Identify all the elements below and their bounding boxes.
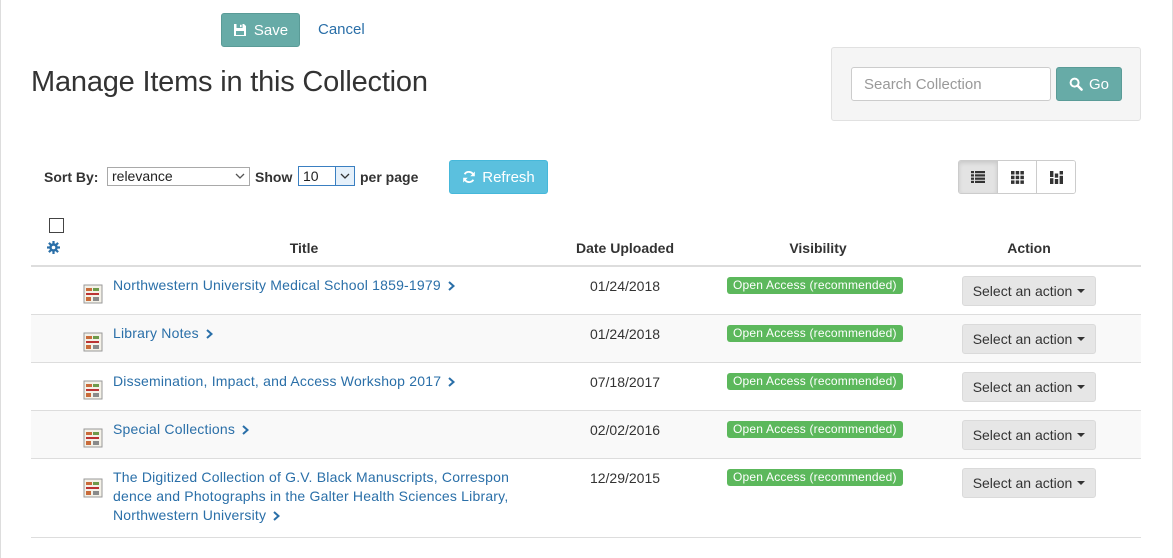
item-date-uploaded: 07/18/2017 <box>589 374 661 390</box>
column-header-date-uploaded: Date Uploaded <box>575 240 674 256</box>
chevron-right-icon <box>206 329 213 339</box>
search-panel: Go <box>831 47 1141 121</box>
table-row: Dissemination, Impact, and Access Worksh… <box>31 363 1141 411</box>
item-title-link[interactable]: The Digitized Collection of G.V. Black M… <box>113 468 509 525</box>
item-date-uploaded: 02/02/2016 <box>589 422 661 438</box>
table-row: Northwestern University Medical School 1… <box>31 267 1141 315</box>
list-view-button[interactable] <box>959 161 998 193</box>
caret-down-icon <box>1077 337 1086 341</box>
masonry-view-button[interactable] <box>1037 161 1075 193</box>
refresh-button[interactable]: Refresh <box>449 160 548 194</box>
item-date-uploaded: 12/29/2015 <box>589 470 661 486</box>
per-page-suffix: per page <box>360 169 419 185</box>
show-label: Show <box>255 169 293 185</box>
column-header-title: Title <box>289 240 319 256</box>
sort-by-select[interactable]: relevance <box>107 167 250 186</box>
visibility-badge: Open Access (recommended) <box>727 421 903 438</box>
chevron-right-icon <box>273 511 281 521</box>
visibility-badge: Open Access (recommended) <box>727 469 903 486</box>
view-mode-toggle <box>958 160 1076 194</box>
gallery-view-icon <box>1010 170 1024 184</box>
select-all-checkbox[interactable] <box>49 218 64 233</box>
file-thumbnail-icon <box>83 284 103 304</box>
cancel-link[interactable]: Cancel <box>318 21 365 38</box>
item-title-text: Dissemination, Impact, and Access Worksh… <box>113 373 442 389</box>
visibility-badge: Open Access (recommended) <box>727 325 903 342</box>
select-action-label: Select an action <box>972 283 1073 299</box>
item-title-text: Library Notes <box>113 325 199 341</box>
select-action-label: Select an action <box>972 331 1073 347</box>
file-thumbnail-icon <box>83 380 103 400</box>
item-title-link[interactable]: Library Notes <box>113 324 214 343</box>
item-date-uploaded: 01/24/2018 <box>589 326 661 342</box>
item-title-line: Northwestern University <box>113 507 267 523</box>
list-view-icon <box>971 171 985 183</box>
chevron-down-icon <box>340 173 350 179</box>
caret-down-icon <box>1077 433 1086 437</box>
file-thumbnail-icon <box>83 428 103 448</box>
save-button-label: Save <box>253 21 289 39</box>
file-thumbnail-icon <box>83 332 103 352</box>
per-page-select[interactable]: 10 <box>298 166 355 186</box>
chevron-down-icon <box>235 173 245 179</box>
table-row: Library Notes 01/24/2018 Open Access (re… <box>31 315 1141 363</box>
per-page-caret-box <box>335 167 354 185</box>
item-title-line: The Digitized Collection of G.V. Black M… <box>113 469 510 485</box>
select-action-button[interactable]: Select an action <box>962 420 1096 450</box>
select-action-label: Select an action <box>972 379 1073 395</box>
item-title-text: Northwestern University Medical School 1… <box>113 277 441 293</box>
search-go-label: Go <box>1088 75 1109 93</box>
visibility-badge: Open Access (recommended) <box>727 277 903 294</box>
gear-icon[interactable] <box>47 241 60 254</box>
select-action-label: Select an action <box>972 427 1073 443</box>
item-title-link[interactable]: Dissemination, Impact, and Access Worksh… <box>113 372 456 391</box>
select-action-button[interactable]: Select an action <box>962 468 1096 498</box>
table-row: The Digitized Collection of G.V. Black M… <box>31 459 1141 538</box>
refresh-icon <box>463 171 476 183</box>
select-action-button[interactable]: Select an action <box>962 372 1096 402</box>
column-header-action: Action <box>1007 240 1051 256</box>
gallery-view-button[interactable] <box>998 161 1037 193</box>
floppy-disk-icon <box>233 24 246 36</box>
item-title-text: Special Collections <box>113 421 236 437</box>
table-row: Special Collections 02/02/2016 Open Acce… <box>31 411 1141 459</box>
select-action-button[interactable]: Select an action <box>962 324 1096 354</box>
file-thumbnail-icon <box>83 478 103 498</box>
select-action-label: Select an action <box>972 475 1073 491</box>
column-header-visibility: Visibility <box>789 240 847 256</box>
caret-down-icon <box>1077 385 1086 389</box>
page-title: Manage Items in this Collection <box>31 66 428 98</box>
item-title-line: dence and Photographs in the Galter Heal… <box>113 488 509 504</box>
visibility-badge: Open Access (recommended) <box>727 373 903 390</box>
masonry-view-icon <box>1049 170 1063 184</box>
page-frame-left <box>0 0 1 558</box>
chevron-right-icon <box>448 377 456 387</box>
item-title-link[interactable]: Northwestern University Medical School 1… <box>113 276 456 295</box>
search-input[interactable] <box>851 67 1051 101</box>
per-page-value: 10 <box>303 168 319 184</box>
caret-down-icon <box>1077 481 1086 485</box>
sort-by-value: relevance <box>112 168 173 184</box>
save-button[interactable]: Save <box>221 13 300 47</box>
chevron-right-icon <box>242 425 250 435</box>
item-date-uploaded: 01/24/2018 <box>589 278 661 294</box>
select-action-button[interactable]: Select an action <box>962 276 1096 306</box>
item-title-link[interactable]: Special Collections <box>113 420 250 439</box>
refresh-label: Refresh <box>482 168 535 186</box>
chevron-right-icon <box>448 281 455 291</box>
caret-down-icon <box>1077 289 1086 293</box>
sort-by-label: Sort By: <box>44 169 99 185</box>
search-go-button[interactable]: Go <box>1056 67 1122 101</box>
search-icon <box>1069 77 1083 91</box>
